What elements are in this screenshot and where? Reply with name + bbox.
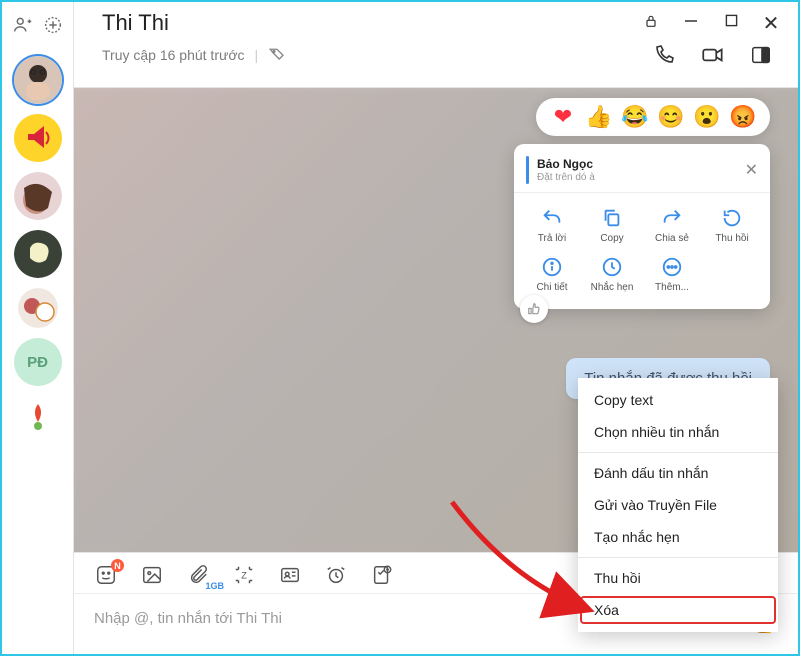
ctx-reminder[interactable]: Tạo nhắc hẹn: [578, 521, 778, 553]
contact-card-icon[interactable]: [278, 563, 302, 587]
attach-size-label: 1GB: [205, 581, 224, 591]
reaction-heart-icon[interactable]: ❤: [550, 104, 576, 130]
ctx-multi-select[interactable]: Chọn nhiều tin nhắn: [578, 416, 778, 448]
action-label: Chia sẻ: [655, 233, 689, 244]
image-icon[interactable]: [140, 563, 164, 587]
sidebar: PĐ: [2, 2, 74, 654]
ctx-separator: [578, 452, 778, 453]
reaction-smile-icon[interactable]: 😊: [658, 104, 684, 130]
like-bubble-icon[interactable]: [520, 295, 548, 323]
quoted-sender: Bảo Ngọc: [537, 157, 595, 171]
lock-icon[interactable]: [642, 13, 660, 34]
chat-title: Thi Thi: [102, 10, 169, 36]
alarm-icon[interactable]: [324, 563, 348, 587]
action-label: Nhắc hẹn: [591, 282, 634, 293]
new-badge: N: [111, 559, 124, 572]
sidebar-avatar-7[interactable]: [18, 396, 58, 436]
action-share[interactable]: Chia sẻ: [642, 203, 702, 248]
sidebar-avatar-4[interactable]: [14, 230, 62, 278]
more-icon: [661, 256, 683, 278]
message-action-card: Bảo Ngọc Đặt trên dó à ✕ Trả lời Copy Ch…: [514, 144, 770, 309]
divider: |: [255, 47, 259, 63]
action-reply[interactable]: Trả lời: [522, 203, 582, 248]
action-label: Thu hồi: [715, 233, 748, 244]
tag-icon[interactable]: [268, 44, 286, 67]
quote-bar: [526, 156, 529, 184]
sidebar-avatar-2[interactable]: [14, 114, 62, 162]
audio-call-icon[interactable]: [652, 43, 676, 67]
header: Thi Thi ✕ Truy cập 16 phút trước |: [74, 2, 798, 88]
minimize-icon[interactable]: [682, 14, 700, 33]
window-controls: ✕: [642, 11, 780, 36]
action-copy[interactable]: Copy: [582, 203, 642, 248]
ctx-mark[interactable]: Đánh dấu tin nhắn: [578, 457, 778, 489]
action-more[interactable]: Thêm...: [642, 252, 702, 297]
context-menu: Copy text Chọn nhiều tin nhắn Đánh dấu t…: [578, 378, 778, 632]
card-close-icon[interactable]: ✕: [745, 160, 758, 180]
sidebar-avatar-5[interactable]: [18, 288, 58, 328]
call-controls: [652, 42, 780, 68]
ctx-recall[interactable]: Thu hồi: [578, 562, 778, 594]
sidebar-avatar-1[interactable]: [14, 56, 62, 104]
video-call-icon[interactable]: [700, 42, 726, 68]
sidebar-toggle-icon[interactable]: [750, 44, 772, 66]
recall-icon: [721, 207, 743, 229]
reactions-bar: ❤ 👍 😂 😊 😮 😡: [536, 98, 770, 136]
attach-icon[interactable]: 1GB: [186, 563, 210, 587]
reaction-laugh-icon[interactable]: 😂: [622, 104, 648, 130]
action-label: Chi tiết: [536, 282, 567, 293]
screenshot-icon[interactable]: Z: [232, 563, 256, 587]
ctx-copy-text[interactable]: Copy text: [578, 384, 778, 416]
add-friend-icon[interactable]: [12, 14, 34, 36]
ctx-send-file[interactable]: Gửi vào Truyền File: [578, 489, 778, 521]
copy-icon: [601, 207, 623, 229]
task-icon[interactable]: [370, 563, 394, 587]
create-group-icon[interactable]: [42, 14, 64, 36]
svg-text:Z: Z: [241, 571, 247, 581]
sticker-icon[interactable]: N: [94, 563, 118, 587]
info-icon: [541, 256, 563, 278]
action-label: Thêm...: [655, 282, 689, 293]
reaction-angry-icon[interactable]: 😡: [730, 104, 756, 130]
action-detail[interactable]: Chi tiết: [522, 252, 582, 297]
ctx-separator: [578, 557, 778, 558]
sidebar-avatar-3[interactable]: [14, 172, 62, 220]
ctx-delete[interactable]: Xóa: [578, 594, 778, 626]
quoted-preview: Đặt trên dó à: [537, 172, 595, 183]
clock-icon: [601, 256, 623, 278]
maximize-icon[interactable]: [722, 14, 740, 32]
reaction-thumb-icon[interactable]: 👍: [586, 104, 612, 130]
avatar-initials: PĐ: [27, 354, 48, 371]
reaction-surprised-icon[interactable]: 😮: [694, 104, 720, 130]
action-label: Copy: [600, 233, 623, 244]
status-row: Truy cập 16 phút trước |: [102, 44, 286, 67]
close-icon[interactable]: ✕: [762, 11, 780, 36]
last-seen-text: Truy cập 16 phút trước: [102, 47, 245, 63]
action-reminder[interactable]: Nhắc hẹn: [582, 252, 642, 297]
sidebar-top: [12, 8, 64, 46]
sidebar-avatar-pd[interactable]: PĐ: [14, 338, 62, 386]
action-label: Trả lời: [538, 233, 566, 244]
share-icon: [661, 207, 683, 229]
reply-icon: [541, 207, 563, 229]
action-recall[interactable]: Thu hồi: [702, 203, 762, 248]
